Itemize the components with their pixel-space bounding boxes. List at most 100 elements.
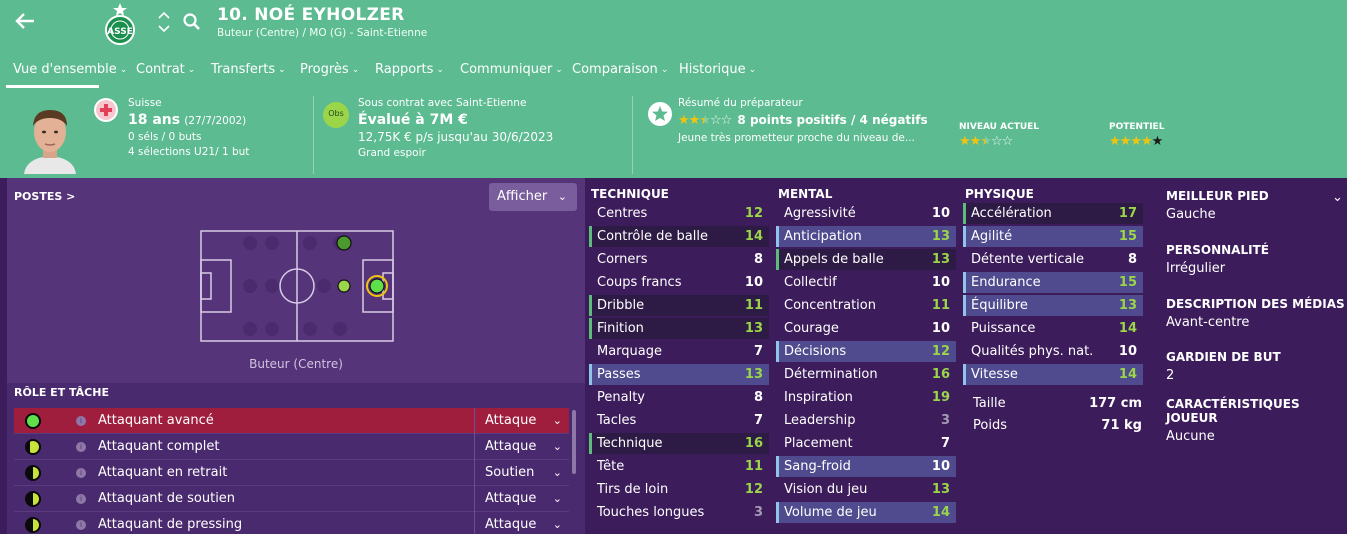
attribute-row[interactable]: Leadership 3	[776, 409, 962, 432]
role-duty-dropdown[interactable]: Soutien ⌄	[474, 460, 574, 486]
attribute-row[interactable]: Volume de jeu 14	[776, 501, 962, 524]
role-info-icon[interactable]: i	[76, 468, 86, 478]
attribute-value: 11	[931, 298, 950, 313]
attribute-row[interactable]: Collectif 10	[776, 271, 962, 294]
attribute-row[interactable]: Tacles 7	[589, 409, 775, 432]
role-info-icon[interactable]: i	[76, 494, 86, 504]
attribute-row[interactable]: Concentration 11	[776, 294, 962, 317]
attribute-value: 10	[931, 459, 950, 474]
info-divider	[313, 96, 314, 174]
rating-star-icon: ★	[980, 134, 992, 149]
attribute-row[interactable]: Placement 7	[776, 432, 962, 455]
attribute-row[interactable]: Tirs de loin 12	[589, 478, 775, 501]
search-icon[interactable]	[182, 12, 202, 32]
coach-report[interactable]: Résumé du préparateur ★★★☆☆ 8 points pos…	[678, 97, 928, 144]
previous-player-icon[interactable]	[158, 11, 170, 22]
role-info-icon[interactable]: i	[76, 520, 86, 530]
attribute-row[interactable]: Appels de balle 13	[776, 248, 962, 271]
tab-overview[interactable]: Vue d'ensemble ⌄	[13, 62, 127, 77]
attribute-row[interactable]: Dribble 11	[589, 294, 775, 317]
attribute-row[interactable]: Agilité 15	[963, 225, 1149, 248]
next-player-icon[interactable]	[158, 25, 170, 36]
role-info-icon[interactable]: i	[76, 442, 86, 452]
role-duty-dropdown[interactable]: Attaque ⌄	[474, 408, 574, 434]
role-suitability-icon	[25, 439, 41, 455]
attribute-row[interactable]: Agressivité 10	[776, 202, 962, 225]
attribute-row[interactable]: Contrôle de balle 14	[589, 225, 775, 248]
rating-star-icon: ★	[1151, 134, 1164, 149]
attribute-row[interactable]: Endurance 15	[963, 271, 1149, 294]
rating-star-icon: ★	[1130, 134, 1142, 149]
role-info-icon[interactable]: i	[76, 416, 86, 426]
attribute-row[interactable]: Corners 8	[589, 248, 775, 271]
attribute-row[interactable]: Équilibre 13	[963, 294, 1149, 317]
attribute-row[interactable]: Marquage 7	[589, 340, 775, 363]
role-row[interactable]: i Attaquant de soutien Attaque ⌄	[14, 486, 569, 512]
attribute-value: 19	[931, 390, 950, 405]
role-name: Attaquant en retrait	[98, 465, 228, 480]
role-row[interactable]: i Attaquant complet Attaque ⌄	[14, 434, 569, 460]
coach-description: Jeune très prometteur proche du niveau d…	[678, 132, 915, 144]
attribute-row[interactable]: Finition 13	[589, 317, 775, 340]
positions-title[interactable]: POSTES >	[14, 190, 75, 203]
attribute-row[interactable]: Accélération 17	[963, 202, 1149, 225]
tab-transfers[interactable]: Transferts ⌄	[211, 62, 286, 77]
tab-history[interactable]: Historique ⌄	[679, 62, 756, 77]
role-duty-dropdown[interactable]: Attaque ⌄	[474, 486, 574, 512]
attribute-name: Tête	[597, 459, 625, 474]
attribute-row[interactable]: Courage 10	[776, 317, 962, 340]
attribute-row[interactable]: Vision du jeu 13	[776, 478, 962, 501]
player-age: 18 ans	[128, 112, 181, 128]
role-row[interactable]: i Attaquant avancé Attaque ⌄	[14, 408, 569, 434]
attribute-row[interactable]: Tête 11	[589, 455, 775, 478]
attribute-row[interactable]: Vitesse 14	[963, 363, 1149, 386]
tab-reports[interactable]: Rapports ⌄	[375, 62, 444, 77]
attribute-value: 8	[753, 390, 763, 405]
attribute-row[interactable]: Anticipation 13	[776, 225, 962, 248]
role-duty-dropdown[interactable]: Attaque ⌄	[474, 512, 574, 534]
attribute-row[interactable]: Passes 13	[589, 363, 775, 386]
svg-text:ASSE: ASSE	[107, 27, 133, 37]
attribute-row[interactable]: Détente verticale 8	[963, 248, 1149, 271]
attribute-row[interactable]: Décisions 12	[776, 340, 962, 363]
attribute-name: Qualités phys. nat.	[971, 344, 1094, 359]
tab-communicate[interactable]: Communiquer ⌄	[460, 62, 563, 77]
attribute-row[interactable]: Touches longues 3	[589, 501, 775, 524]
contract-status[interactable]: Sous contrat avec Saint-Etienne	[358, 97, 553, 109]
attribute-name: Inspiration	[784, 390, 853, 405]
attribute-name: Passes	[597, 367, 641, 382]
role-duty-dropdown[interactable]: Attaque ⌄	[474, 434, 574, 460]
details-expand-icon[interactable]: ⌄	[1332, 190, 1343, 205]
tab-comparison[interactable]: Comparaison ⌄	[572, 62, 668, 77]
attribute-value: 14	[1118, 321, 1137, 336]
role-suitability-icon	[25, 491, 41, 507]
nationality[interactable]: Suisse	[128, 97, 249, 109]
attribute-value: 3	[753, 505, 763, 520]
chevron-down-icon: ⌄	[552, 414, 562, 427]
tab-contract[interactable]: Contrat ⌄	[136, 62, 195, 77]
attribute-row[interactable]: Centres 12	[589, 202, 775, 225]
display-dropdown[interactable]: Afficher ⌄	[489, 183, 577, 211]
attribute-row[interactable]: Penalty 8	[589, 386, 775, 409]
attribute-row[interactable]: Sang-froid 10	[776, 455, 962, 478]
attribute-row[interactable]: Puissance 14	[963, 317, 1149, 340]
coach-report-title: Résumé du préparateur	[678, 97, 803, 109]
tab-progress[interactable]: Progrès ⌄	[300, 62, 359, 77]
role-row[interactable]: i Attaquant en retrait Soutien ⌄	[14, 460, 569, 486]
rating-star-icon: ★	[959, 134, 971, 149]
attribute-row[interactable]: Coups francs 10	[589, 271, 775, 294]
attribute-row[interactable]: Détermination 16	[776, 363, 962, 386]
chevron-down-icon: ⌄	[552, 440, 562, 453]
position-caption: Buteur (Centre)	[249, 357, 343, 371]
club-crest-icon[interactable]: ASSE	[104, 3, 136, 45]
attribute-name: Marquage	[597, 344, 663, 359]
attribute-row[interactable]: Qualités phys. nat. 10	[963, 340, 1149, 363]
back-arrow-icon[interactable]	[14, 10, 40, 36]
chevron-down-icon: ⌄	[552, 492, 562, 505]
attribute-name: Accélération	[971, 206, 1052, 221]
international-caps: 0 séls / 0 buts	[128, 131, 202, 143]
roles-scrollbar[interactable]	[572, 410, 576, 474]
attribute-row[interactable]: Inspiration 19	[776, 386, 962, 409]
attribute-row[interactable]: Technique 16	[589, 432, 775, 455]
role-row[interactable]: i Attaquant de pressing Attaque ⌄	[14, 512, 569, 534]
